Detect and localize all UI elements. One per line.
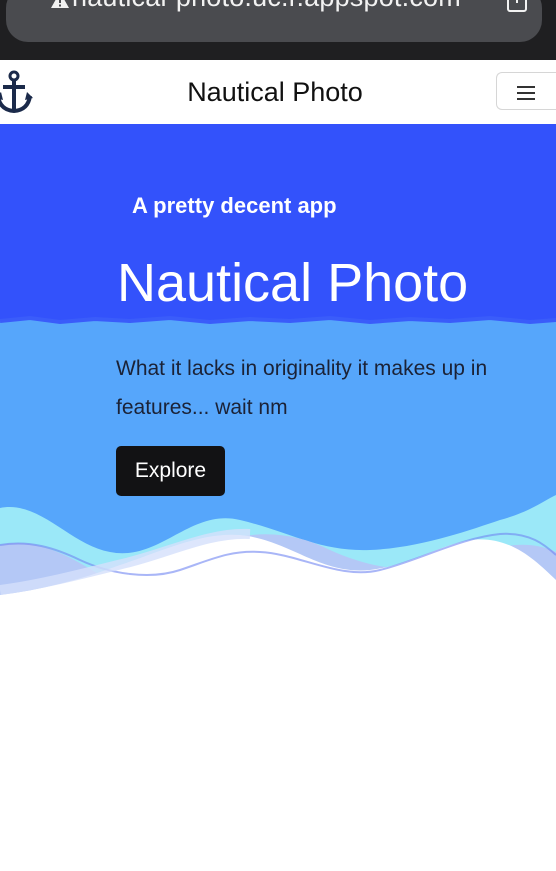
navbar: Nautical Photo <box>0 60 556 124</box>
hero-eyebrow: A pretty decent app <box>132 193 337 218</box>
navbar-brand[interactable]: Nautical Photo <box>0 77 556 108</box>
url-text: nautical-photo.uc.r.appspot.com <box>72 0 461 13</box>
hero-jagged-edge <box>0 315 556 325</box>
hero-description: What it lacks in originality it makes up… <box>116 357 488 419</box>
address-bar[interactable]: nautical-photo.uc.r.appspot.com <box>6 0 542 42</box>
explore-button[interactable]: Explore <box>116 446 225 496</box>
browser-top-bar: nautical-photo.uc.r.appspot.com <box>0 0 556 60</box>
hero-waves <box>0 495 556 620</box>
share-icon[interactable] <box>506 0 528 12</box>
menu-toggle-button[interactable] <box>496 72 556 110</box>
hero-title: Nautical Photo <box>117 253 469 313</box>
warning-triangle-icon <box>51 0 69 8</box>
hamburger-menu-icon <box>517 86 535 100</box>
